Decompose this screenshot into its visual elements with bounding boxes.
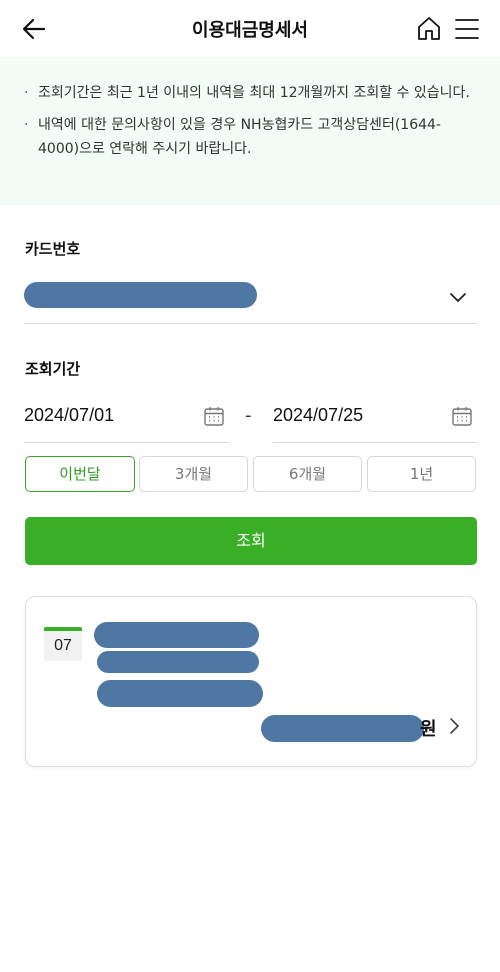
card-number-label: 카드번호	[25, 240, 81, 258]
search-button[interactable]: 조회	[25, 517, 477, 565]
start-date-field[interactable]: 2024/07/01	[24, 395, 229, 443]
redacted-text	[94, 622, 259, 648]
menu-button[interactable]	[452, 14, 482, 44]
home-icon	[418, 17, 440, 40]
month-calendar-badge: 07	[44, 627, 82, 661]
period-option-this-month[interactable]: 이번달	[25, 456, 135, 492]
start-date-value: 2024/07/01	[24, 405, 115, 425]
period-option-3-months[interactable]: 3개월	[139, 456, 248, 492]
notice-item: 내역에 대한 문의사항이 있을 경우 NH농협카드 고객상담센터(1644-40…	[24, 113, 476, 161]
date-range-separator: -	[245, 405, 252, 426]
hamburger-menu-icon	[455, 19, 479, 39]
notice-box: 조회기간은 최근 1년 이내의 내역을 최대 12개월까지 조회할 수 있습니다…	[0, 57, 500, 205]
app-header: 이용대금명세서	[0, 0, 500, 56]
calendar-icon	[452, 407, 472, 426]
statement-card[interactable]: 07 원	[25, 596, 477, 767]
end-date-field[interactable]: 2024/07/25	[273, 395, 477, 443]
period-label: 조회기간	[25, 360, 81, 378]
notice-item: 조회기간은 최근 1년 이내의 내역을 최대 12개월까지 조회할 수 있습니다…	[24, 81, 476, 105]
redacted-card-number	[24, 282, 257, 308]
chevron-right-icon	[450, 718, 459, 734]
home-button[interactable]	[414, 14, 444, 44]
currency-suffix: 원	[420, 719, 437, 740]
end-date-value: 2024/07/25	[273, 405, 364, 425]
calendar-icon	[204, 407, 224, 426]
redacted-amount	[261, 715, 424, 742]
redacted-text	[97, 651, 259, 673]
period-option-6-months[interactable]: 6개월	[253, 456, 362, 492]
redacted-text	[97, 680, 263, 707]
period-option-1-year[interactable]: 1년	[367, 456, 476, 492]
card-number-select[interactable]	[24, 278, 477, 324]
chevron-down-icon	[450, 293, 466, 302]
